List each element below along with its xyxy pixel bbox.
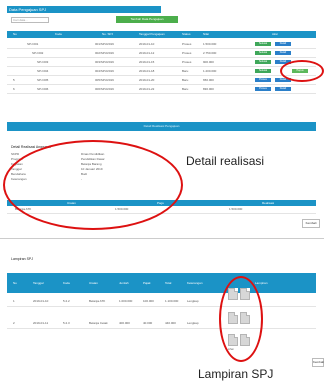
cell-nospj: 001/SPJ/2019	[95, 42, 114, 46]
col-tanggal: Tanggal	[33, 281, 44, 285]
cell: 400.000	[119, 321, 130, 325]
detail-annotation-label: Detail realisasi	[186, 154, 265, 168]
cell: 1.100.000	[165, 299, 179, 303]
col-aksi: Aksi	[272, 32, 278, 36]
cell: 2019-01-10	[33, 299, 49, 303]
col-total: Total	[165, 281, 172, 285]
table-row: 1 2019-01-10 5.2.2 Belanja ATK 1.000.000…	[7, 296, 316, 307]
detail-button[interactable]: Detail	[275, 51, 291, 55]
add-submission-button[interactable]: Tambah Data Pengajuan	[116, 16, 178, 23]
cell-tgl: 2019-01-22	[139, 87, 155, 91]
col-no: No	[13, 281, 17, 285]
cell-nilai: 830.000	[203, 87, 214, 91]
col-no: No	[13, 32, 17, 36]
cell-status: Proses	[182, 51, 192, 55]
cell-nospj: 002/SPJ/2019	[95, 51, 114, 55]
table-row: SPJ.003 003/SPJ/2019 2019-01-15 Proses 9…	[7, 58, 316, 67]
table-row: SPJ.002 002/SPJ/2019 2019-01-12 Proses 2…	[7, 49, 316, 58]
cell-nilai: 650.000	[203, 78, 214, 82]
cell: 2019-01-11	[33, 321, 49, 325]
cell-status: Proses	[182, 42, 192, 46]
cell-tgl: 2019-01-18	[139, 69, 155, 73]
cell: 5.2.2	[63, 299, 70, 303]
cell: 5.2.3	[63, 321, 70, 325]
page-title: Data Pengajuan SPJ	[7, 6, 161, 13]
table-row: SPJ.004 004/SPJ/2019 2019-01-18 Baru 1.2…	[7, 67, 316, 76]
table-row: 6 SPJ.006 006/SPJ/2019 2019-01-22 Baru 8…	[7, 85, 316, 94]
cell-kode: SPJ.003	[37, 60, 49, 64]
col-pajak: Pajak	[143, 281, 151, 285]
cell-tgl: 2019-01-10	[139, 42, 155, 46]
cell: 100.000	[143, 299, 154, 303]
table-row: SPJ.001 001/SPJ/2019 2019-01-10 Proses 1…	[7, 40, 316, 49]
cell-status: Proses	[182, 60, 192, 64]
cell-tgl: 2019-01-12	[139, 51, 155, 55]
detail-button[interactable]: Detail	[275, 42, 291, 46]
field-label: SKPD	[11, 152, 20, 156]
cell-status: Baru	[182, 69, 189, 73]
cell-kode: SPJ.004	[37, 69, 49, 73]
cell-nospj: 006/SPJ/2019	[95, 87, 114, 91]
cell-status: Baru	[182, 87, 189, 91]
lampiran-table-header: No Tanggal Kode Uraian Jumlah Pajak Tota…	[7, 273, 316, 293]
col-keterangan: Keterangan	[187, 281, 203, 285]
cell-kode: SPJ.006	[37, 87, 49, 91]
lampiran-section-title: Lampiran SPJ	[11, 257, 33, 261]
cell-nilai: 2.750.000	[203, 51, 217, 55]
lampiran-annotation-label: Lampiran SPJ	[198, 367, 274, 381]
status-badge[interactable]: Selesai	[255, 51, 271, 55]
status-badge[interactable]: Proses	[255, 78, 271, 82]
col-jumlah: Jumlah	[119, 281, 129, 285]
cell-realisasi: 1.500.000	[229, 207, 243, 211]
divider	[0, 238, 324, 239]
col-kode: Kode	[55, 32, 63, 36]
col-uraian: Uraian	[89, 281, 98, 285]
cell: 2	[13, 321, 15, 325]
cell: Lengkap	[187, 321, 199, 325]
cell-nospj: 005/SPJ/2019	[95, 78, 114, 82]
cell-nospj: 003/SPJ/2019	[95, 60, 114, 64]
highlight-ring	[3, 140, 183, 230]
cell: 440.000	[165, 321, 176, 325]
cell-tgl: 2019-01-15	[139, 60, 155, 64]
cell-nospj: 004/SPJ/2019	[95, 69, 114, 73]
cell-kode: SPJ.005	[37, 78, 49, 82]
col-nospj: No. SPJ	[102, 32, 114, 36]
cell-no: 5	[13, 78, 15, 82]
cell: 40.000	[143, 321, 153, 325]
cell-no: 6	[13, 87, 15, 91]
col-tgl: Tanggal Pengajuan	[139, 32, 165, 36]
main-table-header: No Kode No. SPJ Tanggal Pengajuan Status…	[7, 31, 316, 38]
table-row: 5 SPJ.005 005/SPJ/2019 2019-01-20 Baru 6…	[7, 76, 316, 85]
cell: Belanja ATK	[89, 299, 106, 303]
cell-tgl: 2019-01-20	[139, 78, 155, 82]
cell-status: Baru	[182, 78, 189, 82]
cell-kode: SPJ.001	[27, 42, 39, 46]
cell: 1	[13, 299, 15, 303]
cell-kode: SPJ.002	[32, 51, 44, 55]
lampiran-back-button[interactable]: Kembali	[312, 358, 324, 367]
highlight-ring	[280, 60, 324, 82]
col-kode: Kode	[63, 281, 71, 285]
highlight-ring	[219, 276, 263, 362]
search-input[interactable]: Cari data...	[11, 17, 49, 23]
col-status: Status	[182, 32, 191, 36]
cell-nilai: 1.200.000	[203, 69, 217, 73]
status-badge[interactable]: Selesai	[255, 42, 271, 46]
status-badge[interactable]: Proses	[255, 87, 271, 91]
cell: Lengkap	[187, 299, 199, 303]
status-badge[interactable]: Selesai	[255, 60, 271, 64]
detail-bar: Detail Realisasi Pengajuan	[7, 122, 316, 131]
table-row: 2 2019-01-11 5.2.3 Belanja Cetak 400.000…	[7, 318, 316, 329]
detail-back-button[interactable]: Kembali	[302, 219, 320, 228]
cell: Belanja Cetak	[89, 321, 108, 325]
cell: 1.000.000	[119, 299, 133, 303]
cell-nilai: 1.500.000	[203, 42, 217, 46]
status-badge[interactable]: Selesai	[255, 69, 271, 73]
col-nilai: Nilai	[203, 32, 209, 36]
detail-button[interactable]: Detail	[275, 87, 291, 91]
cell-nilai: 900.000	[203, 60, 214, 64]
